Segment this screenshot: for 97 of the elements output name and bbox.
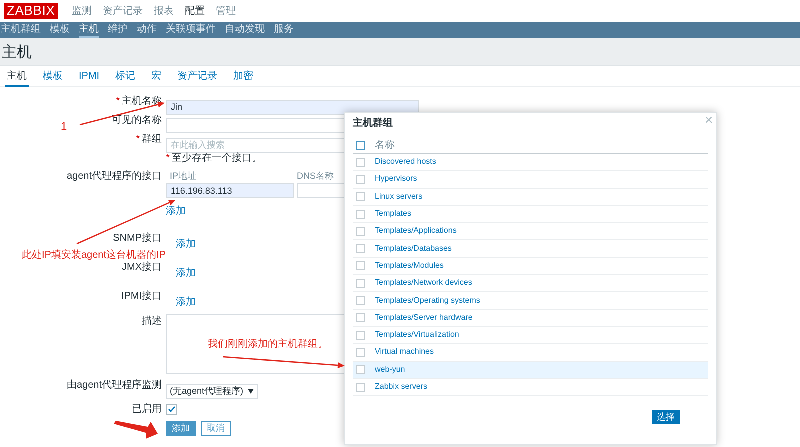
proxy-select[interactable]: (无agent代理程序) [166,384,258,400]
group-row[interactable]: Templates/Databases [353,240,708,258]
column-header: IP地址 [169,170,198,183]
group-name: web-yun [375,364,406,376]
column-header: DNS名称 [297,170,334,183]
menu-item[interactable]: 管理 [216,4,236,18]
group-name: Templates/Modules [375,260,444,272]
group-row[interactable]: Zabbix servers [353,378,708,396]
subnav-item[interactable]: 主机 [79,22,99,38]
interface-note: 至少存在一个接口。 [172,152,262,166]
required-mark: * [136,133,140,147]
required-mark: * [116,95,120,109]
group-name: Templates/Applications [375,225,457,238]
subnav-item[interactable]: 维护 [108,22,128,38]
tab[interactable]: IPMI [77,66,102,86]
subnav-item[interactable]: 关联项事件 [166,22,216,38]
tab[interactable]: 主机 [5,66,29,86]
group-name: Templates/Virtualization [375,329,460,342]
logo[interactable]: ZABBIX [4,3,58,19]
enabled-checkbox[interactable] [166,404,177,415]
checkbox[interactable] [356,382,365,392]
tab[interactable]: 加密 [232,66,256,86]
close-icon[interactable] [706,117,712,123]
tab[interactable]: 宏 [150,66,164,86]
checkbox[interactable] [356,261,365,270]
dialog-title: 主机群组 [353,116,394,131]
checkbox[interactable] [356,210,365,219]
annotation-text: 1 [61,120,68,135]
field-label: IPMI接口 [121,290,162,304]
field-label: 群组 [142,133,162,147]
menu-item[interactable]: 报表 [154,4,174,18]
group-row[interactable]: Templates/Network devices [353,275,708,292]
field-label: 已启用 [132,402,162,417]
checkbox[interactable] [356,348,365,357]
checkbox[interactable] [356,365,365,374]
caret-icon [248,389,254,394]
subnav-item[interactable]: 动作 [137,22,157,38]
group-row[interactable]: Linux servers [353,188,708,206]
group-name: Hypervisors [375,173,418,186]
annotation-arrow [114,421,158,439]
group-row[interactable]: Templates/Operating systems [353,292,708,310]
annotation-text: 此处IP填安装agent这台机器的IP [22,248,166,262]
select-button[interactable]: 选择 [652,410,680,424]
group-name: Zabbix servers [375,381,428,393]
group-row[interactable]: Hypervisors [353,171,708,189]
checkbox[interactable] [356,226,365,236]
group-name: Templates/Databases [375,242,452,255]
subnav-item[interactable]: 服务 [274,22,294,38]
add-link[interactable]: 添加 [176,296,196,310]
checkbox[interactable] [356,296,365,306]
subnav-item[interactable]: 自动发现 [225,22,265,38]
checkbox[interactable] [356,330,365,340]
group-row[interactable]: Templates [353,206,708,224]
field-label: SNMP接口 [113,232,162,246]
tab[interactable]: 资产记录 [176,66,220,86]
cancel-button[interactable]: 取消 [201,421,231,436]
group-name: Templates/Server hardware [375,312,473,324]
field-label: 由agent代理程序监测 [66,378,162,393]
checkbox[interactable] [356,278,365,288]
checkbox[interactable] [356,158,365,167]
group-row[interactable]: Templates/Applications [353,223,708,240]
add-button[interactable]: 添加 [166,421,196,436]
checkbox[interactable] [356,192,365,202]
group-name: Templates/Network devices [375,277,472,290]
group-name: Linux servers [375,190,423,203]
checkbox[interactable] [356,140,365,150]
checkbox[interactable] [356,244,365,254]
group-row[interactable]: Templates/Virtualization [353,326,708,344]
menu-item[interactable]: 配置 [185,4,206,18]
tab[interactable]: 模板 [41,66,65,86]
add-link[interactable]: 添加 [176,267,196,281]
group-name: Templates [375,208,412,220]
subnav-item[interactable]: 模板 [50,22,70,38]
group-row[interactable]: Discovered hosts [353,154,708,172]
tab[interactable]: 标记 [114,66,138,86]
column-header: 名称 [375,138,395,152]
subnav-item[interactable]: 主机群组 [1,22,41,38]
ip-field[interactable]: 116.196.83.113 [166,183,294,198]
group-name: Templates/Operating systems [375,294,480,307]
checkbox[interactable] [356,174,365,184]
menu-item[interactable]: 监测 [72,4,92,18]
add-link[interactable]: 添加 [166,205,186,219]
group-name: Discovered hosts [375,156,436,168]
field-label: 描述 [142,314,162,329]
group-row[interactable]: Templates/Modules [353,258,708,276]
group-row[interactable]: Templates/Server hardware [353,310,708,327]
group-name: Virtual machines [375,346,434,358]
page-title: 主机 [1,43,33,63]
required-mark: * [166,152,170,166]
host-name-field[interactable]: Jin [166,100,419,114]
annotation-text: 我们刚刚添加的主机群组。 [208,338,328,352]
checkbox[interactable] [356,313,365,322]
menu-item[interactable]: 资产记录 [103,4,144,18]
field-label: agent代理程序的接口 [66,170,162,184]
group-row[interactable]: web-yun [353,362,708,379]
field-label: JMX接口 [122,260,162,275]
add-link[interactable]: 添加 [176,238,196,252]
